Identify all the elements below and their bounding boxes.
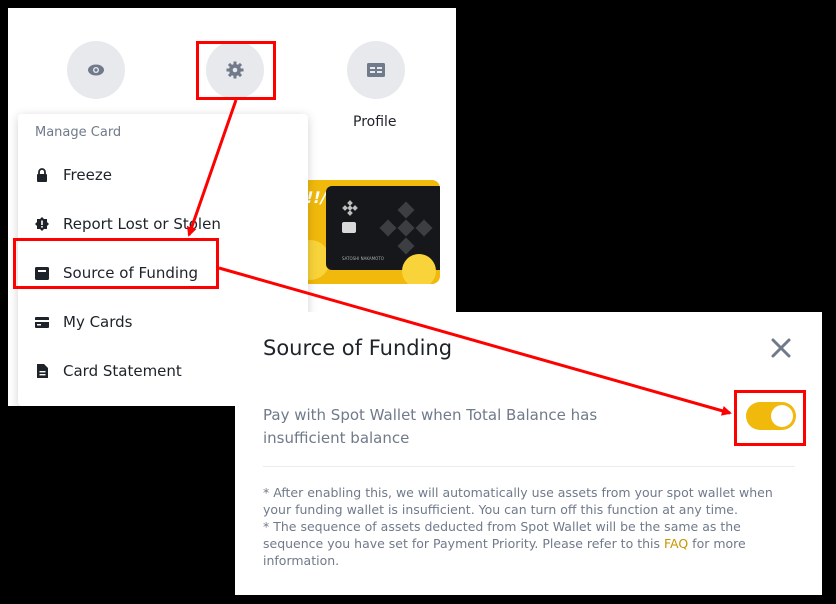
annotation-arrows — [186, 99, 732, 416]
arrow-to-toggle — [218, 266, 732, 416]
arrow-to-menu-item — [186, 99, 238, 237]
